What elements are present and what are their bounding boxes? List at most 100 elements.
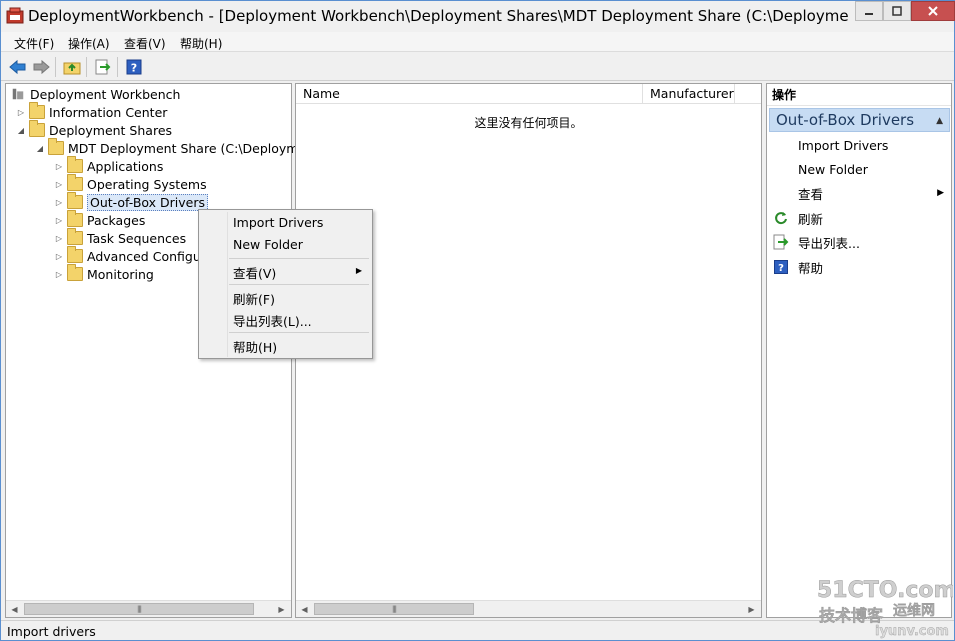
action-label: 导出列表... [798,235,860,251]
tree-node-out-of-box-drivers[interactable]: ▷ Out-of-Box Drivers [54,192,209,211]
packages-folder-icon [67,210,83,227]
status-text: Import drivers [7,624,96,639]
tree-label-mdt-share: MDT Deployment Share (C:\Deployme [68,140,307,156]
tree-label-deployment-shares: Deployment Shares [49,122,173,138]
context-help[interactable]: 帮助(H) [233,337,277,356]
toolbar-separator [86,57,87,77]
tree-node-advanced-configuration[interactable]: ▷ Advanced Configur [54,246,206,265]
tree-node-packages[interactable]: ▷ Packages [54,210,145,229]
close-button[interactable] [911,1,955,21]
tree-node-task-sequences[interactable]: ▷ Task Sequences [54,228,186,247]
title-bar[interactable]: DeploymentWorkbench - [Deployment Workbe… [1,1,955,31]
list-header: Name Manufacturer [296,84,761,104]
workbench-icon [12,88,24,100]
context-view-label: 查看(V) [233,266,277,281]
task-sequences-folder-icon [67,228,83,245]
export-list-button[interactable] [93,57,113,77]
tree-horizontal-scrollbar[interactable]: ◀ ||| ▶ [6,600,291,617]
tree-label: Operating Systems [87,176,207,192]
collapse-caret-icon[interactable]: ▲ [936,116,943,126]
context-new-folder[interactable]: New Folder [233,237,303,252]
expand-icon[interactable]: ▷ [54,198,64,207]
minimize-button[interactable] [855,1,883,21]
help-button[interactable]: ? [124,57,144,77]
column-header-name[interactable]: Name [296,84,643,104]
scroll-right-icon[interactable]: ▶ [273,601,290,617]
maximize-icon [892,6,902,16]
collapse-icon[interactable]: ◢ [35,144,45,153]
minimize-icon [865,13,873,15]
tree-node-applications[interactable]: ▷ Applications [54,156,164,175]
svg-text:?: ? [131,62,137,75]
back-arrow-icon [9,59,26,75]
action-help[interactable]: ? 帮助 [767,256,951,278]
maximize-button[interactable] [883,1,911,21]
export-list-icon [773,234,789,250]
tree-label: Applications [87,158,164,174]
menu-view[interactable]: 查看(V) [124,35,166,52]
scroll-thumb[interactable]: ||| [314,603,474,615]
action-new-folder[interactable]: New Folder [767,158,951,180]
context-refresh[interactable]: 刷新(F) [233,289,275,308]
forward-arrow-icon [33,59,50,75]
actions-group-label: Out-of-Box Drivers [776,111,915,129]
expand-icon[interactable]: ▷ [54,270,64,279]
up-folder-icon [63,62,81,75]
context-separator [229,284,369,285]
scroll-left-icon[interactable]: ◀ [296,601,313,617]
tree-label: Monitoring [87,266,154,282]
os-folder-icon [67,174,83,191]
context-view[interactable]: 查看(V) [233,263,363,282]
action-label: 帮助 [798,260,824,276]
expand-icon[interactable]: ▷ [16,108,26,117]
actions-group-header[interactable]: Out-of-Box Drivers ▲ [769,108,950,132]
action-export-list[interactable]: 导出列表... [767,231,951,253]
expand-icon[interactable]: ▷ [54,180,64,189]
expand-icon[interactable]: ▷ [54,162,64,171]
actions-pane: 操作 Out-of-Box Drivers ▲ Import Drivers N… [766,83,952,618]
tree-node-monitoring[interactable]: ▷ Monitoring [54,264,154,283]
expand-icon[interactable]: ▷ [54,234,64,243]
action-import-drivers[interactable]: Import Drivers [767,134,951,156]
tree-label-information-center: Information Center [49,104,168,120]
tree-node-root[interactable]: Deployment Workbench [10,85,180,103]
scroll-left-icon[interactable]: ◀ [6,601,23,617]
close-icon [928,6,938,16]
menu-file[interactable]: 文件(F) [14,35,54,52]
expand-icon[interactable]: ▷ [54,252,64,261]
tree-label: Advanced Configur [87,248,206,264]
menu-help[interactable]: 帮助(H) [180,35,222,52]
menu-action[interactable]: 操作(A) [68,35,110,52]
column-header-manufacturer[interactable]: Manufacturer [643,84,735,104]
app-window: DeploymentWorkbench - [Deployment Workbe… [0,0,955,641]
action-label: New Folder [798,161,868,177]
forward-button[interactable] [31,57,51,77]
submenu-arrow-icon: ▶ [355,266,362,275]
context-export-list[interactable]: 导出列表(L)... [233,311,312,330]
collapse-icon[interactable]: ◢ [16,126,26,135]
action-label: 查看 [798,186,824,202]
help-icon: ? [773,259,789,275]
list-horizontal-scrollbar[interactable]: ◀ ||| ▶ [296,600,761,617]
context-separator [229,258,369,259]
scroll-right-icon[interactable]: ▶ [743,601,760,617]
app-icon [6,7,24,24]
action-view[interactable]: 查看 ▶ [767,182,951,204]
tree-node-mdt-share[interactable]: ◢ MDT Deployment Share (C:\Deployme [35,138,307,157]
context-import-drivers[interactable]: Import Drivers [233,215,323,230]
up-folder-button[interactable] [62,57,82,77]
drivers-folder-icon [67,192,83,209]
tree-node-information-center[interactable]: ▷ Information Center [16,102,168,121]
back-button[interactable] [8,57,28,77]
tree-label-root: Deployment Workbench [30,86,181,102]
tree-node-deployment-shares[interactable]: ◢ Deployment Shares [16,120,173,139]
expand-icon[interactable]: ▷ [54,216,64,225]
context-menu: Import Drivers New Folder 查看(V) ▶ 刷新(F) … [198,209,373,359]
tree-node-operating-systems[interactable]: ▷ Operating Systems [54,174,207,193]
applications-folder-icon [67,156,83,173]
context-menu-gutter [227,212,228,357]
toolbar-separator [117,57,118,77]
refresh-icon [773,210,789,226]
action-refresh[interactable]: 刷新 [767,207,951,229]
scroll-thumb[interactable]: ||| [24,603,254,615]
